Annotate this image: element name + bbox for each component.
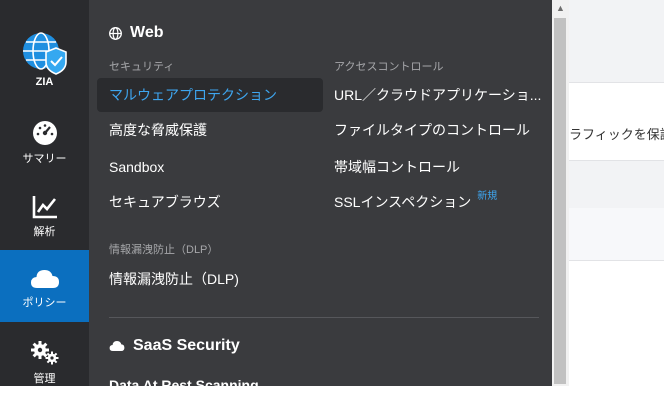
rail-item-admin-label: 管理 [33,373,56,385]
rail-item-policy-label: ポリシー [22,297,67,309]
menu-item-file-type-control[interactable]: ファイルタイプのコントロール [334,113,530,147]
ssl-inspection-label: SSLインスペクション [334,194,472,210]
background-band [569,160,664,210]
menu-scrollbar[interactable]: ▲ [552,0,569,386]
new-badge: 新規 [477,191,498,202]
dashboard-gauge-icon [32,121,57,145]
menu-item-url-cloud-app[interactable]: URL／クラウドアプリケーショ... [334,78,541,112]
gears-icon [30,341,58,365]
scroll-thumb[interactable] [554,18,566,384]
menu-item-ssl-inspection[interactable]: SSLインスペクション 新規 [334,185,497,219]
rail-item-analytics-label: 解析 [33,226,56,238]
rail-item-admin[interactable]: 管理 [0,322,89,386]
background-band-2 [569,208,664,261]
line-chart-icon [32,196,57,219]
saas-security-section-header: SaaS Security [109,337,240,355]
rail-item-analytics[interactable]: 解析 [0,175,89,250]
rail-item-summary[interactable]: サマリー [0,100,89,175]
zia-globe-shield-icon [22,32,67,75]
menu-item-data-at-rest-scanning[interactable]: Data At Rest Scanning [109,368,259,402]
menu-item-secure-browsing[interactable]: セキュアブラウズ [109,185,221,219]
section-divider [109,317,539,318]
web-section-header: Web [109,24,163,42]
menu-item-malware-protection[interactable]: マルウェアプロテクション [97,78,323,112]
cloud-icon [30,270,59,288]
saas-security-title: SaaS Security [133,337,240,354]
menu-item-advanced-threat-protection[interactable]: 高度な脅威保護 [109,113,207,147]
cloud-icon [109,341,125,351]
access-control-group-header: アクセスコントロール [334,61,444,73]
menu-item-sandbox[interactable]: Sandbox [109,150,164,184]
security-group-header: セキュリティ [109,61,175,73]
background-header-band [569,0,664,83]
left-nav-rail: ZIA サマリー 解析 ポリシー 管理 [0,0,89,386]
rail-item-summary-label: サマリー [22,153,67,165]
dlp-group-header: 情報漏洩防止（DLP） [109,244,219,256]
background-page: ラフィックを保護 [569,0,664,386]
globe-icon [109,26,122,40]
zia-home-button[interactable]: ZIA [0,0,89,100]
rail-item-policy[interactable]: ポリシー [0,250,89,322]
menu-item-dlp[interactable]: 情報漏洩防止（DLP) [109,262,239,296]
web-section-title: Web [130,24,164,41]
menu-item-bandwidth-control[interactable]: 帯域幅コントロール [334,150,460,184]
scroll-up-arrow-icon[interactable]: ▲ [552,0,569,17]
zia-label: ZIA [35,76,54,88]
policy-flyout-menu: Web セキュリティ マルウェアプロテクション 高度な脅威保護 Sandbox … [89,0,552,393]
background-partial-text: ラフィックを保護 [569,127,664,142]
